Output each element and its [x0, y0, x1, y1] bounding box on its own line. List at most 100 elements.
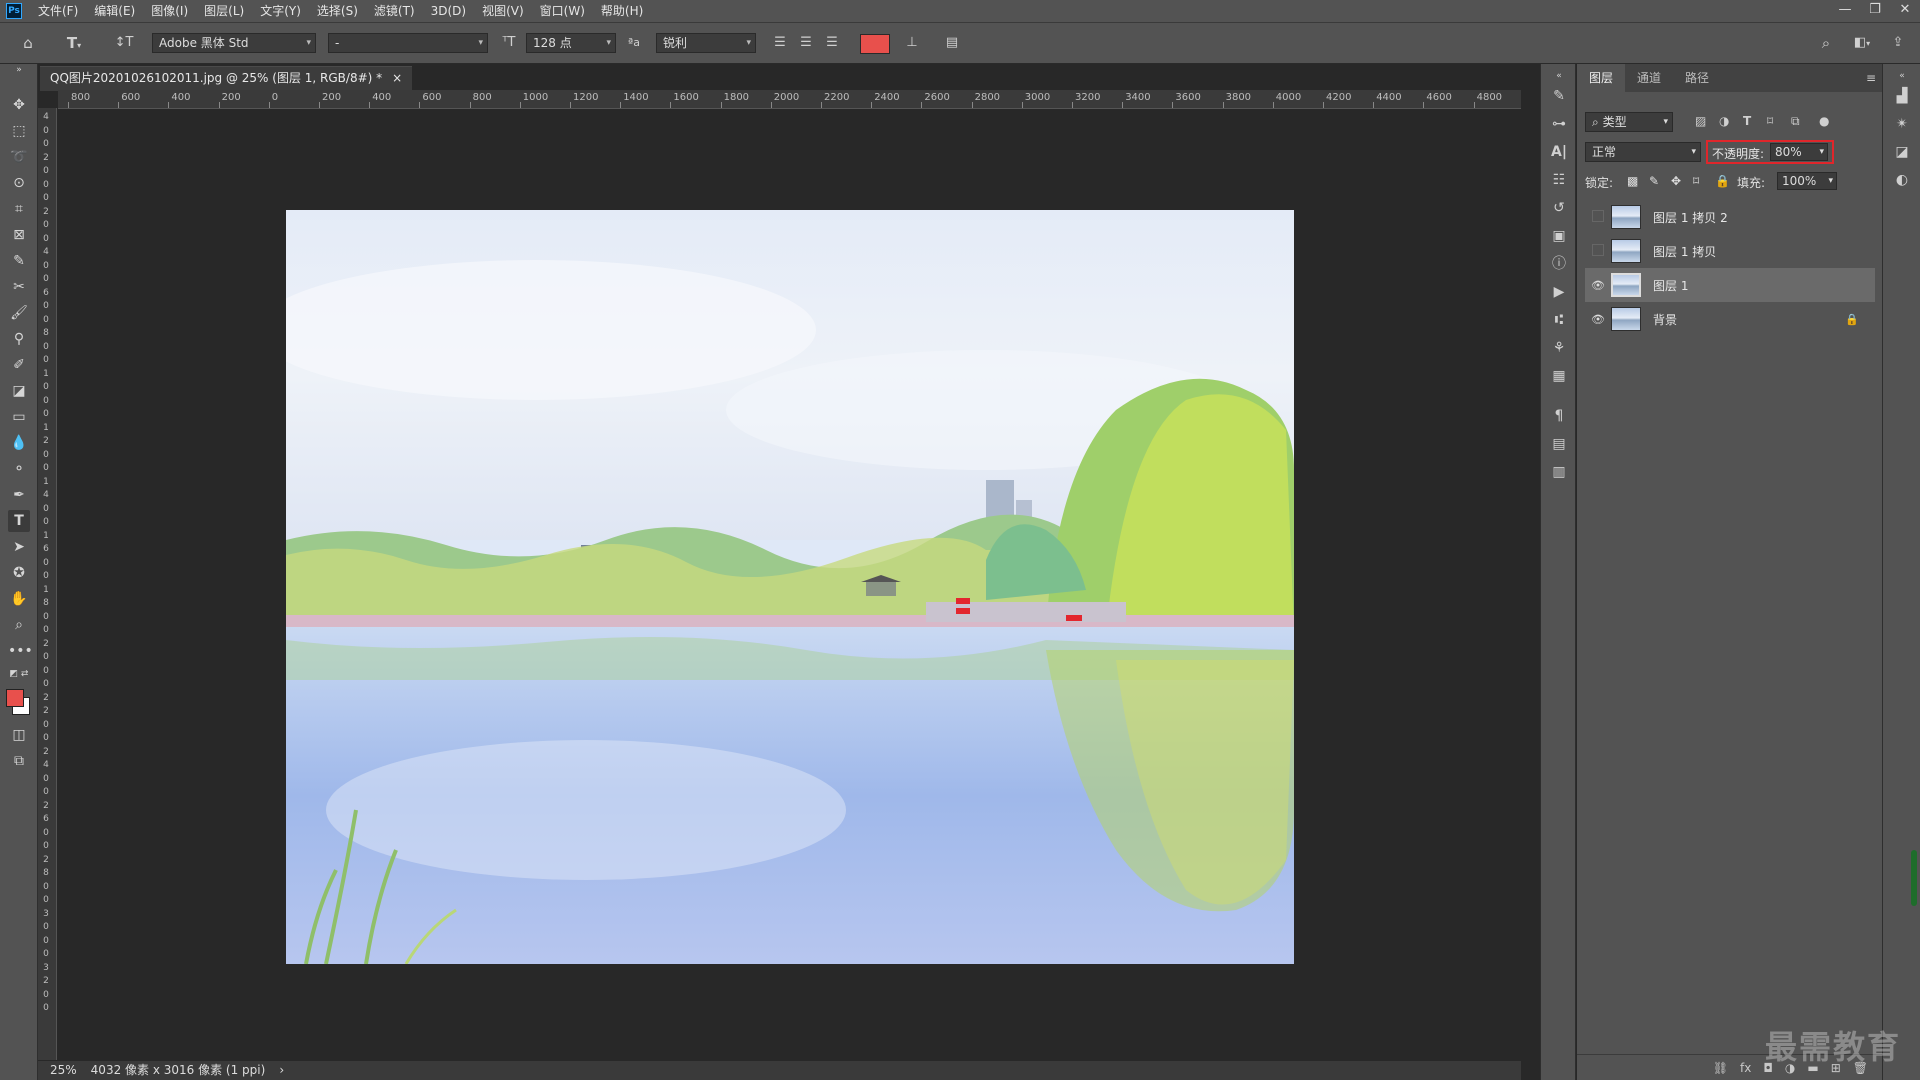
notes-icon[interactable]: ▥ [1549, 462, 1569, 482]
lasso-tool-icon[interactable]: ➰ [8, 146, 30, 168]
document-canvas-image[interactable] [286, 210, 1294, 964]
menu-window[interactable]: 窗口(W) [532, 0, 593, 22]
workspace-icon[interactable]: ◧▾ [1848, 34, 1876, 53]
zoom-level[interactable]: 25% [50, 1061, 77, 1080]
swatches-icon[interactable]: ◐ [1892, 170, 1912, 190]
home-icon[interactable]: ⌂ [18, 34, 38, 52]
quick-mask-icon[interactable]: ◫ [8, 724, 30, 746]
align-center-icon[interactable]: ☰ [796, 34, 816, 52]
visibility-toggle[interactable] [1585, 209, 1611, 225]
dodge-tool-icon[interactable]: ⚬ [8, 458, 30, 480]
tab-layers[interactable]: 图层 [1577, 64, 1626, 92]
panel-scrollbar[interactable] [1911, 850, 1917, 906]
search-icon[interactable]: ⌕ [1816, 34, 1836, 52]
collapse-toolbar-icon[interactable]: » [8, 64, 30, 76]
pen-tool-icon[interactable]: ✒ [8, 484, 30, 506]
lock-all-icon[interactable]: 🔒 [1715, 174, 1730, 188]
clone-stamp-tool-icon[interactable]: ⚲ [8, 328, 30, 350]
move-tool-icon[interactable]: ✥ [8, 94, 30, 116]
layer-row[interactable]: 👁 背景 🔒 [1585, 302, 1875, 336]
font-size-select[interactable]: 128 点 ▾ [526, 33, 616, 53]
menu-edit[interactable]: 编辑(E) [86, 0, 143, 22]
eraser-tool-icon[interactable]: ◪ [8, 380, 30, 402]
layer-filter-select[interactable]: ⌕ 类型 ▾ [1585, 112, 1673, 134]
frame-tool-icon[interactable]: ⊠ [8, 224, 30, 246]
warp-text-icon[interactable]: ⊥ [902, 34, 922, 52]
eye-icon[interactable]: 👁 [1585, 279, 1611, 292]
menu-layer[interactable]: 图层(L) [196, 0, 252, 22]
close-document-icon[interactable]: × [392, 67, 402, 91]
blur-tool-icon[interactable]: 💧 [8, 432, 30, 454]
lock-image-icon[interactable]: ✎ [1649, 174, 1659, 188]
fill-input[interactable]: 100% ▾ [1777, 172, 1837, 190]
font-style-select[interactable]: - ▾ [328, 33, 488, 53]
eye-icon[interactable]: 👁 [1585, 313, 1611, 326]
menu-3d[interactable]: 3D(D) [423, 0, 474, 22]
antialias-select[interactable]: 锐利 ▾ [656, 33, 756, 53]
screen-mode-icon[interactable]: ⧉ [8, 750, 30, 772]
menu-file[interactable]: 文件(F) [30, 0, 86, 22]
document-tab[interactable]: QQ图片20201026102011.jpg @ 25% (图层 1, RGB/… [40, 66, 413, 91]
menu-help[interactable]: 帮助(H) [593, 0, 651, 22]
type-tool-icon[interactable]: T [8, 510, 30, 532]
layer-row[interactable]: 图层 1 拷贝 2 [1585, 200, 1875, 234]
filter-smart-object-icon[interactable]: ⧉ [1791, 114, 1800, 129]
libraries-icon[interactable]: ▣ [1549, 226, 1569, 246]
brush-settings-icon[interactable]: ✎ [1549, 86, 1569, 106]
restore-button[interactable]: ❐ [1860, 0, 1890, 22]
actions-icon[interactable]: ▶ [1549, 282, 1569, 302]
lock-position-icon[interactable]: ✥ [1671, 174, 1681, 188]
histogram-icon[interactable]: ▟ [1892, 86, 1912, 106]
opacity-input[interactable]: 80% ▾ [1770, 143, 1828, 161]
collapse-panels-icon[interactable]: « [1549, 66, 1569, 86]
character-panel-icon[interactable]: ▤ [942, 34, 962, 52]
history-brush-tool-icon[interactable]: ✐ [8, 354, 30, 376]
marquee-tool-icon[interactable]: ⬚ [8, 120, 30, 142]
brush-tool-icon[interactable]: 🖌 [8, 302, 30, 324]
menu-select[interactable]: 选择(S) [309, 0, 366, 22]
collapse-right-icon[interactable]: « [1892, 66, 1912, 86]
shape-tool-icon[interactable]: ✪ [8, 562, 30, 584]
crop-tool-icon[interactable]: ⌗ [8, 198, 30, 220]
blend-mode-select[interactable]: 正常 ▾ [1585, 142, 1701, 162]
tab-paths[interactable]: 路径 [1673, 64, 1721, 92]
menu-type[interactable]: 文字(Y) [252, 0, 309, 22]
default-colors-icon[interactable]: ◩ ⇄ [8, 668, 30, 680]
layer-row-selected[interactable]: 👁 图层 1 [1585, 268, 1875, 302]
info-icon[interactable]: ⓘ [1549, 254, 1569, 274]
healing-tool-icon[interactable]: ✂ [8, 276, 30, 298]
close-button[interactable]: ✕ [1890, 0, 1920, 22]
status-menu-arrow[interactable]: › [279, 1061, 284, 1080]
visibility-toggle[interactable] [1585, 243, 1611, 259]
adjustments-icon[interactable]: ⊶ [1549, 114, 1569, 134]
zoom-tool-icon[interactable]: ⌕ [8, 614, 30, 636]
font-family-select[interactable]: Adobe 黑体 Std ▾ [152, 33, 316, 53]
filter-pixel-icon[interactable]: ▨ [1695, 114, 1706, 128]
table-icon[interactable]: ▦ [1549, 366, 1569, 386]
link-layers-icon[interactable]: ⛓ [1713, 1061, 1728, 1075]
layer-style-icon[interactable]: fx [1740, 1061, 1751, 1075]
path-select-tool-icon[interactable]: ➤ [8, 536, 30, 558]
quick-select-tool-icon[interactable]: ⊙ [8, 172, 30, 194]
history-icon[interactable]: ↺ [1549, 198, 1569, 218]
lock-transparent-icon[interactable]: ▩ [1627, 174, 1638, 188]
properties-icon[interactable]: ▤ [1549, 434, 1569, 454]
navigator-icon[interactable]: ✴ [1892, 114, 1912, 134]
tab-channels[interactable]: 通道 [1625, 64, 1673, 92]
filter-type-icon[interactable]: T [1743, 114, 1751, 128]
panel-menu-icon[interactable]: ≡ [1866, 64, 1882, 92]
more-tools-icon[interactable]: ••• [8, 640, 33, 662]
menu-view[interactable]: 视图(V) [474, 0, 532, 22]
layer-row[interactable]: 图层 1 拷贝 [1585, 234, 1875, 268]
hand-tool-icon[interactable]: ✋ [8, 588, 30, 610]
clone-source-icon[interactable]: ⚘ [1549, 338, 1569, 358]
type-tool-preset-icon[interactable]: T▾ [62, 34, 86, 55]
gradient-tool-icon[interactable]: ▭ [8, 406, 30, 428]
align-right-icon[interactable]: ☰ [822, 34, 842, 52]
menu-filter[interactable]: 滤镜(T) [366, 0, 423, 22]
minimize-button[interactable]: — [1830, 0, 1860, 22]
menu-image[interactable]: 图像(I) [143, 0, 196, 22]
filter-shape-icon[interactable]: ⌑ [1767, 114, 1773, 128]
color-icon[interactable]: ◪ [1892, 142, 1912, 162]
paragraph-styles-icon[interactable]: ☷ [1549, 170, 1569, 190]
